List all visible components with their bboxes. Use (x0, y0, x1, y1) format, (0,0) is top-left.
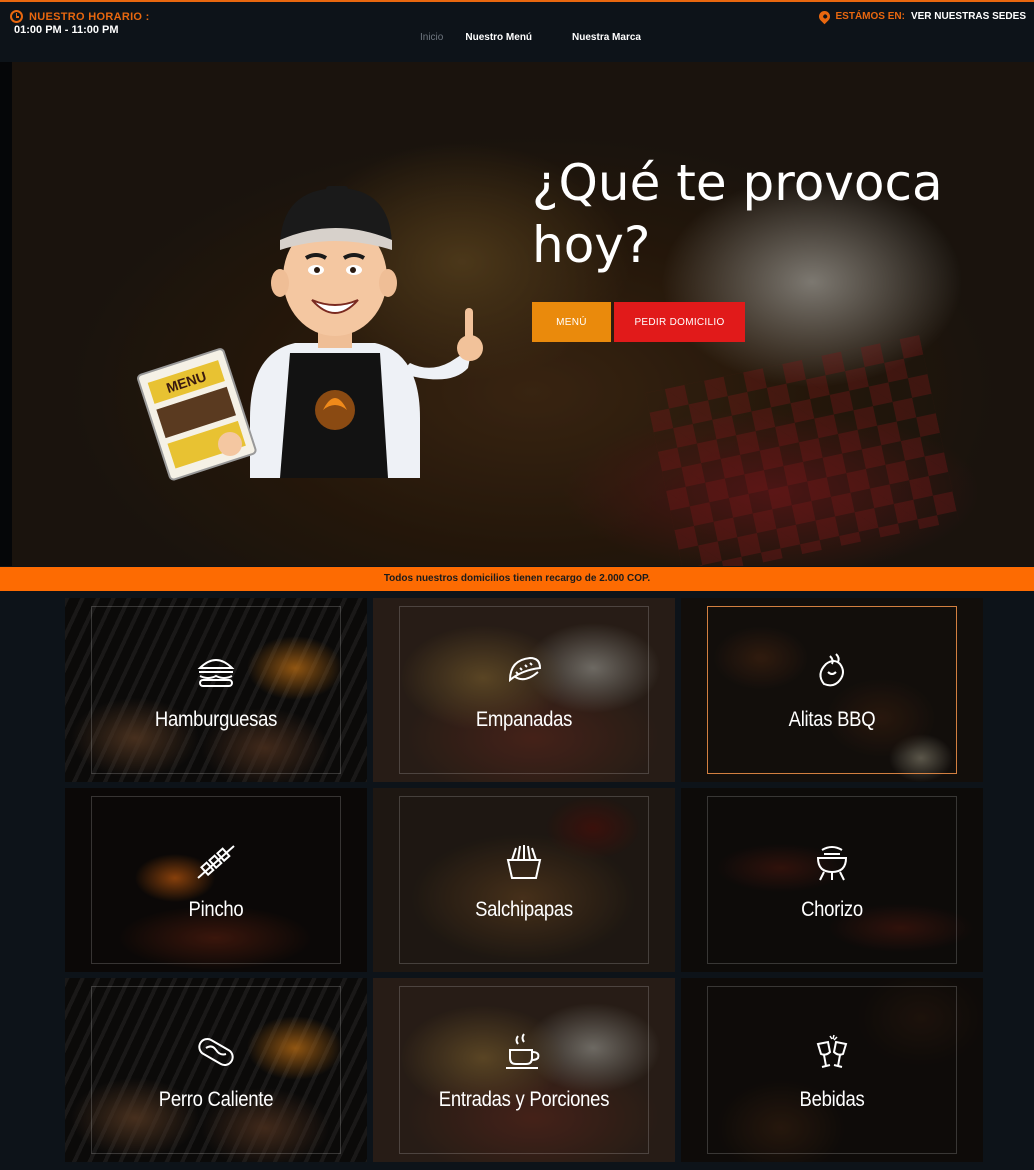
hero-title: ¿Qué te provoca hoy? (532, 154, 943, 274)
skewer-icon (197, 845, 235, 879)
category-name: Salchipapas (475, 898, 573, 921)
chef-mascot-illustration: MENU (137, 186, 483, 481)
locations-label: ESTÁMOS EN: (835, 11, 905, 22)
category-empanadas[interactable]: Empanadas (373, 598, 675, 782)
category-hamburguesas[interactable]: Hamburguesas (65, 598, 367, 782)
category-name: Chorizo (801, 898, 863, 921)
hero-banner: MENU ¿Qué te provoca hoy? MENÚ PEDIR DOM… (12, 62, 1034, 566)
clock-icon (10, 10, 23, 23)
chicken-wing-icon (819, 653, 844, 687)
wine-glasses-icon (816, 1034, 848, 1068)
burger-icon (197, 659, 235, 687)
hero-buttons: MENÚ PEDIR DOMICILIO (532, 302, 745, 342)
hotdog-icon (198, 1038, 234, 1066)
empanada-icon (508, 656, 542, 683)
hero-left-edge (0, 62, 12, 566)
category-name: Alitas BBQ (788, 708, 876, 731)
category-grid: Hamburguesas Empanadas Alitas BBQ Pincho… (65, 598, 983, 1162)
locations-link[interactable]: ESTÁMOS EN: VER NUESTRAS SEDES (816, 8, 1026, 25)
main-nav: Inicio Nuestro Menú Nuestra Marca (420, 32, 641, 43)
menu-button[interactable]: MENÚ (532, 302, 611, 342)
nav-nuestra-marca[interactable]: Nuestra Marca (572, 32, 641, 43)
hours-value: 01:00 PM - 11:00 PM (14, 24, 119, 36)
coffee-cup-icon (506, 1033, 540, 1069)
category-perro-caliente[interactable]: Perro Caliente (65, 978, 367, 1162)
nav-inicio[interactable]: Inicio (420, 32, 443, 43)
category-name: Hamburguesas (154, 708, 278, 731)
top-bar: NUESTRO HORARIO : 01:00 PM - 11:00 PM In… (0, 0, 1034, 60)
locations-link-text[interactable]: VER NUESTRAS SEDES (911, 11, 1026, 22)
category-name: Empanadas (475, 708, 573, 731)
category-chorizo[interactable]: Chorizo (681, 788, 983, 972)
category-name: Perro Caliente (158, 1088, 274, 1111)
category-name: Bebidas (799, 1088, 865, 1111)
opening-hours: NUESTRO HORARIO : 01:00 PM - 11:00 PM (10, 10, 150, 36)
grill-icon (816, 846, 848, 881)
category-bebidas[interactable]: Bebidas (681, 978, 983, 1162)
map-pin-icon (816, 8, 832, 25)
category-pincho[interactable]: Pincho (65, 788, 367, 972)
category-salchipapas[interactable]: Salchipapas (373, 788, 675, 972)
hours-label: NUESTRO HORARIO : (29, 10, 150, 23)
category-name: Pincho (188, 898, 244, 921)
category-alitas-bbq[interactable]: Alitas BBQ (681, 598, 983, 782)
order-delivery-button[interactable]: PEDIR DOMICILIO (614, 302, 745, 342)
fries-icon (506, 845, 542, 879)
nav-nuestro-menu[interactable]: Nuestro Menú (465, 32, 532, 43)
category-name: Entradas y Porciones (438, 1088, 610, 1111)
delivery-notice: Todos nuestros domicilios tienen recargo… (0, 567, 1034, 591)
category-entradas-y-porciones[interactable]: Entradas y Porciones (373, 978, 675, 1162)
